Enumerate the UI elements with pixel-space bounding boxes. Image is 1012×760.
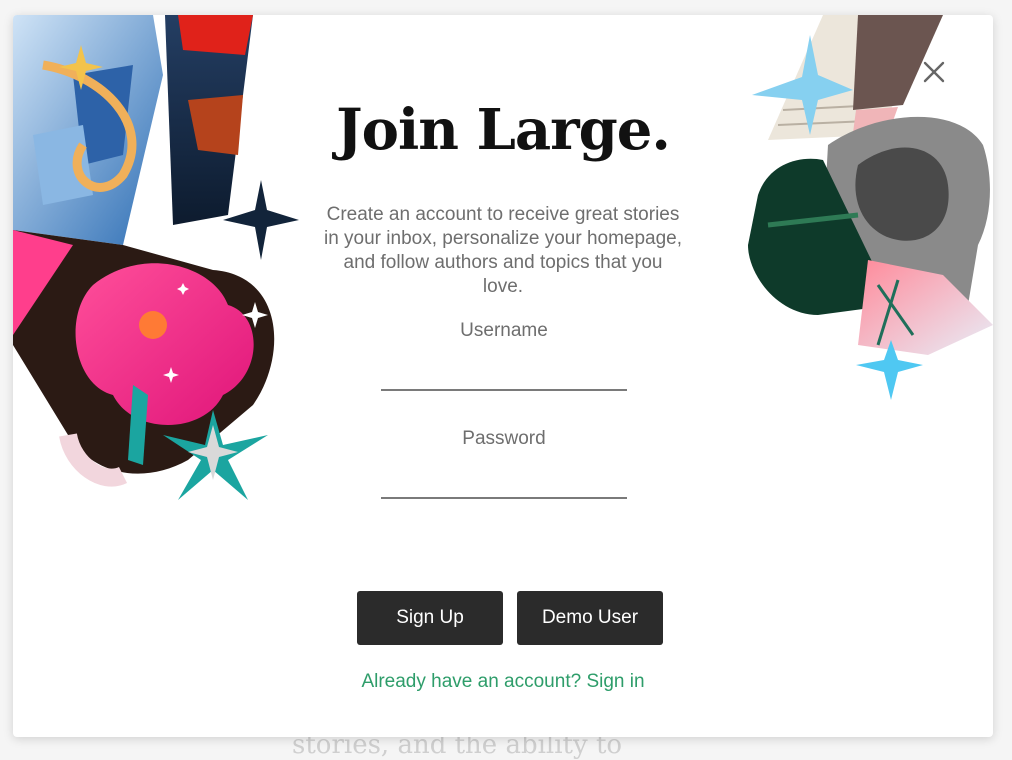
- sign-up-button[interactable]: Sign Up: [357, 591, 503, 645]
- modal-subtitle: Create an account to receive great stori…: [323, 204, 683, 297]
- username-label: Username: [460, 320, 548, 341]
- demo-user-button[interactable]: Demo User: [517, 591, 663, 645]
- sign-in-link[interactable]: Already have an account? Sign in: [13, 671, 993, 693]
- left-illustration: [13, 15, 299, 500]
- password-input[interactable]: [381, 467, 627, 499]
- close-button[interactable]: [921, 59, 947, 85]
- right-illustration: [748, 15, 993, 400]
- close-icon: [923, 61, 945, 83]
- username-input[interactable]: [381, 359, 627, 391]
- signup-modal: Join Large. Create an account to receive…: [13, 15, 993, 737]
- password-label: Password: [462, 428, 546, 449]
- modal-title: Join Large.: [336, 97, 671, 163]
